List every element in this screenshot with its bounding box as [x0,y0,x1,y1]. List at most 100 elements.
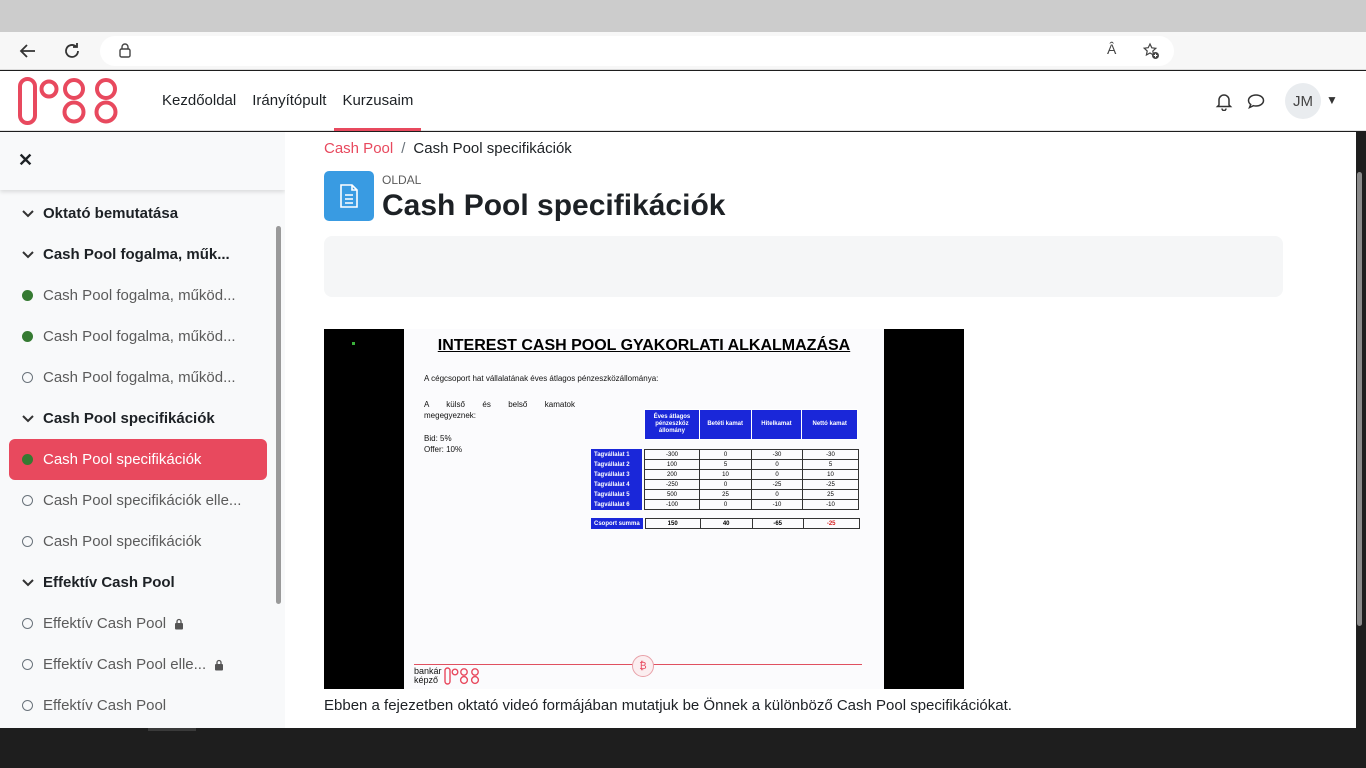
table-row: Tagvállalat 1 -300 0 -30 -30 [591,449,859,460]
table-row: Tagvállalat 4 -250 0 -25 -25 [591,479,859,490]
close-drawer-icon[interactable]: ✕ [18,150,33,171]
arrow-left-icon [19,44,35,58]
course-section[interactable]: Oktató bemutatása [0,193,275,234]
table-cell: 5 [802,459,859,470]
browser-toolbar: Â [0,32,1366,70]
completed-dot-icon [22,331,33,342]
brand-bottom: képző [414,675,439,685]
sidebar-scrollbar[interactable] [276,226,281,604]
site-logo[interactable] [18,76,124,126]
incomplete-circle-icon [22,536,33,547]
back-button[interactable] [15,38,41,64]
table-cell: -10 [751,499,803,510]
nav-my-courses[interactable]: Kurzusaim [334,71,422,131]
course-activity[interactable]: Cash Pool fogalma, működ... [0,357,275,398]
chat-bubble-icon[interactable] [1246,91,1266,111]
course-activity[interactable]: Effektív Cash Pool [0,685,275,726]
course-activity[interactable]: Effektív Cash Pool [0,603,275,644]
drawer-header: ✕ [0,132,285,190]
table-cell: 0 [699,499,752,510]
course-section[interactable]: Cash Pool fogalma, műk... [0,234,275,275]
table-cell: -250 [644,479,700,490]
course-item-label: Effektív Cash Pool [43,697,167,714]
bell-icon[interactable] [1214,91,1234,111]
site-header: Kezdőoldal Irányítópult Kurzusaim JM ▼ [0,71,1366,131]
table-cell: 0 [751,459,803,470]
page-activity-icon [324,171,374,221]
header-net: Nettó kamat [801,409,858,440]
chevron-down-icon[interactable] [22,412,38,426]
header-balance: Éves átlagos pénzeszköz állomány [644,409,700,440]
slide-brand-text: bankár képző [414,667,442,685]
row-label: Tagvállalat 4 [591,479,642,490]
table-cell: 25 [802,489,859,500]
breadcrumb-link-course[interactable]: Cash Pool [324,140,393,157]
incomplete-circle-icon [22,700,33,711]
activity-info-box [324,236,1283,297]
table-cell: 500 [644,489,700,500]
chevron-down-icon[interactable] [22,207,38,221]
course-section[interactable]: Cash Pool specifikációk [0,398,275,439]
chevron-down-icon[interactable] [22,248,38,262]
course-item-label: Effektív Cash Pool [43,615,167,632]
document-icon [340,184,358,208]
slide-summary-table: Csoport summa 150 40 -65 -25 [591,518,860,529]
user-avatar[interactable]: JM [1285,83,1321,119]
course-activity[interactable]: Cash Pool specifikációk [0,521,275,562]
header-loan: Hitelkamat [750,409,803,440]
slide-offer: Offer: 10% [424,445,463,454]
lock-icon [119,43,131,58]
chevron-down-icon[interactable] [22,576,38,590]
breadcrumb-current: Cash Pool specifikációk [413,140,572,157]
nav-home[interactable]: Kezdőoldal [154,71,244,131]
course-item-label: Cash Pool specifikációk [43,533,202,550]
incomplete-circle-icon [22,372,33,383]
course-index-drawer: ✕ Oktató bemutatása Cash Pool fogalma, mű… [0,132,285,728]
taskbar-indicator [148,728,196,731]
course-section[interactable]: Effektív Cash Pool [0,562,275,603]
read-aloud-icon[interactable]: Â [1107,41,1116,57]
lock-icon [215,659,224,670]
video-slide: INTEREST CASH POOL GYAKORLATI ALKALMAZÁS… [404,329,884,689]
table-cell: 10 [699,469,752,480]
course-item-label: Cash Pool fogalma, műk... [43,246,230,263]
course-item-label: Effektív Cash Pool [43,574,175,591]
table-cell: -300 [644,449,700,460]
table-cell: 5 [699,459,752,470]
breadcrumb-separator: / [401,140,406,157]
primary-navigation: Kezdőoldal Irányítópult Kurzusaim [154,71,422,131]
nav-dashboard[interactable]: Irányítópult [244,71,334,131]
course-item-label: Cash Pool specifikációk elle... [43,492,242,509]
browser-tabstrip [0,0,1366,32]
star-plus-icon[interactable] [1142,42,1160,60]
course-activity-current[interactable]: Cash Pool specifikációk [9,439,267,480]
chevron-down-icon[interactable]: ▼ [1326,93,1338,107]
table-cell: 25 [699,489,752,500]
table-cell: -10 [802,499,859,510]
slide-note-line2: megegyeznek: [424,411,477,420]
course-activity[interactable]: Effektív Cash Pool elle... [0,644,275,685]
slide-footer-emblem: ₿ [632,655,654,677]
table-cell: -100 [644,499,700,510]
course-activity[interactable]: Cash Pool specifikációk elle... [0,480,275,521]
page-scrollbar[interactable] [1357,172,1362,626]
course-item-label: Oktató bemutatása [43,205,179,222]
course-item-label: Cash Pool fogalma, működ... [43,369,236,386]
course-activity[interactable]: Cash Pool fogalma, működ... [0,275,275,316]
address-bar[interactable] [100,36,1174,66]
page-description: Ebben a fejezetben oktató videó formájáb… [324,697,1012,714]
video-indicator [352,342,355,345]
reload-button[interactable] [59,38,85,64]
summary-row: Csoport summa 150 40 -65 -25 [591,518,860,529]
table-cell: 0 [699,449,752,460]
lock-icon [175,618,184,629]
table-cell: -25 [802,518,860,529]
video-player[interactable]: INTEREST CASH POOL GYAKORLATI ALKALMAZÁS… [324,329,964,689]
course-item-label: Cash Pool specifikációk [43,410,215,427]
slide-note-line1: A külső és belső kamatok [424,400,575,409]
activity-type-label: OLDAL [382,173,422,187]
breadcrumb: Cash Pool / Cash Pool specifikációk [324,140,572,157]
course-activity[interactable]: Cash Pool fogalma, működ... [0,316,275,357]
main-region: Cash Pool / Cash Pool specifikációk OLDAL … [285,132,1356,728]
table-cell: 0 [751,489,803,500]
